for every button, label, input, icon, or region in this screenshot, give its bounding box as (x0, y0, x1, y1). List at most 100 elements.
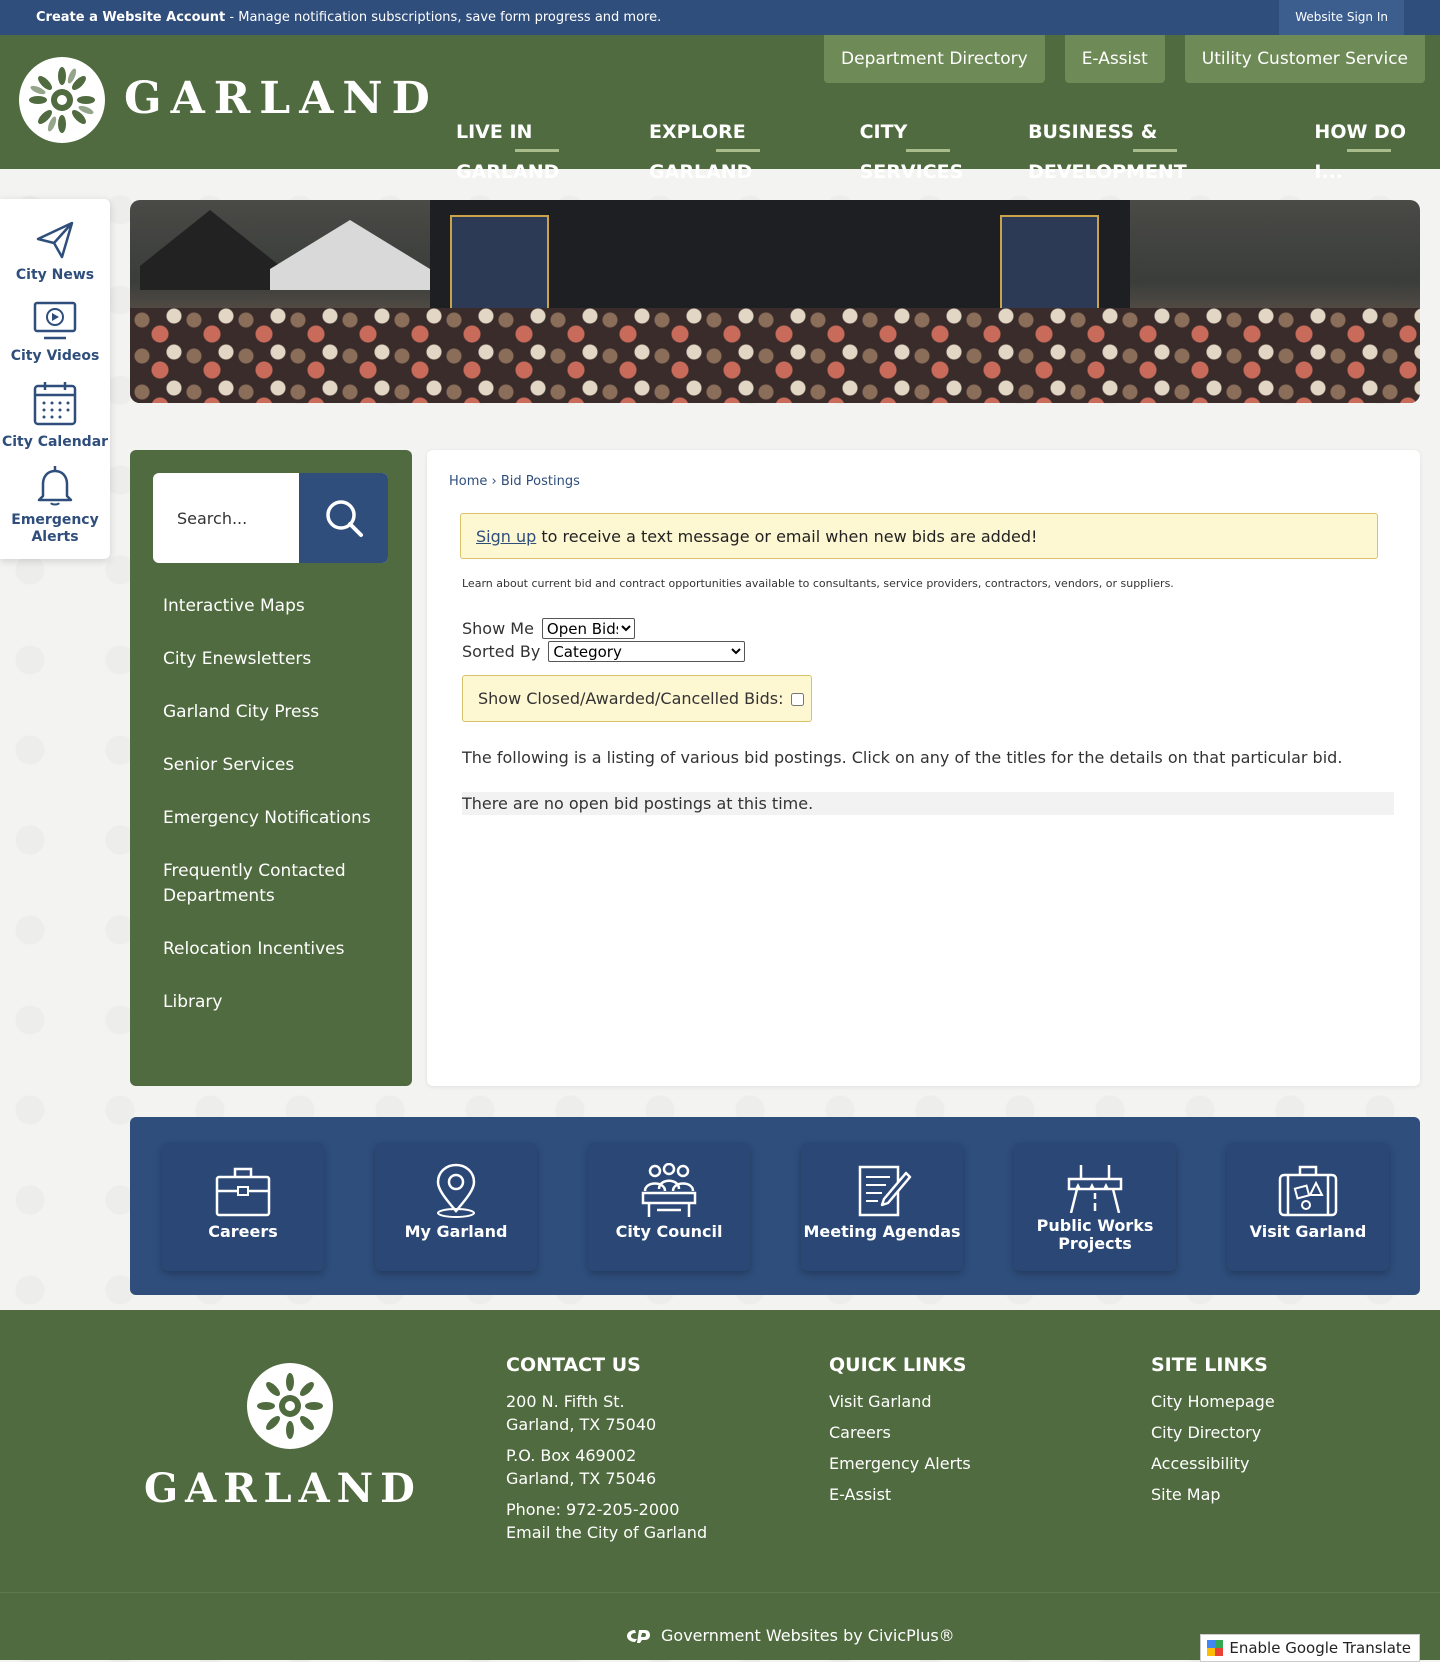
contact-address-line1: 200 N. Fifth St. (506, 1392, 625, 1411)
sign-up-link[interactable]: Sign up (476, 527, 536, 546)
nav-business-development[interactable]: BUSINESS & DEVELOPMENT (1012, 112, 1298, 183)
site-links-heading: SITE LINKS (1151, 1354, 1268, 1376)
nav-city-services[interactable]: CITY SERVICES (844, 112, 1012, 183)
breadcrumb-current[interactable]: Bid Postings (501, 474, 580, 489)
footer-divider (0, 1592, 1440, 1593)
paper-plane-icon (36, 221, 74, 259)
banner-tent (270, 220, 430, 290)
quick-tiles: Careers My Garland City Council Meeting … (130, 1117, 1420, 1295)
signup-notice: Sign up to receive a text message or ema… (460, 513, 1378, 559)
bids-intro-text: Learn about current bid and contract opp… (462, 577, 1174, 590)
main-navigation: LIVE IN GARLAND EXPLORE GARLAND CITY SER… (440, 112, 1440, 183)
sorted-by-row: Sorted By Category (462, 641, 746, 662)
sidebar-item-interactive-maps[interactable]: Interactive Maps (163, 594, 393, 619)
banner-screen (450, 215, 549, 314)
rail-item-city-videos[interactable]: City Videos (0, 300, 110, 365)
civicplus-logo-icon (627, 1629, 650, 1643)
site-link-site-map[interactable]: Site Map (1151, 1483, 1275, 1506)
calendar-icon (33, 382, 77, 426)
garland-flower-logo-icon[interactable] (18, 56, 106, 144)
department-directory-button[interactable]: Department Directory (824, 35, 1045, 83)
google-translate-button[interactable]: Enable Google Translate (1200, 1634, 1420, 1662)
quick-link-visit-garland[interactable]: Visit Garland (829, 1390, 971, 1413)
signup-notice-text: to receive a text message or email when … (536, 527, 1038, 546)
quick-links-heading: QUICK LINKS (829, 1354, 967, 1376)
banner-tent (140, 210, 280, 290)
nav-how-do-i[interactable]: HOW DO I... (1298, 112, 1440, 183)
sidebar-item-library[interactable]: Library (163, 990, 393, 1015)
quick-link-emergency-alerts[interactable]: Emergency Alerts (829, 1452, 971, 1475)
rail-item-city-news[interactable]: City News (0, 219, 110, 284)
contact-address-line2: Garland, TX 75040 (506, 1415, 657, 1434)
utility-customer-service-button[interactable]: Utility Customer Service (1184, 35, 1425, 83)
video-icon (33, 301, 77, 340)
breadcrumb-separator: › (487, 474, 501, 489)
civicplus-credit-link[interactable]: Government Websites by CivicPlus® (625, 1626, 955, 1645)
site-link-accessibility[interactable]: Accessibility (1151, 1452, 1275, 1475)
hero-banner-image (130, 200, 1420, 403)
sidebar-item-frequently-contacted-departments[interactable]: Frequently Contacted Departments (163, 859, 393, 909)
sidebar: Interactive Maps City Enewsletters Garla… (130, 450, 412, 1086)
suitcase-icon (1278, 1165, 1338, 1217)
sidebar-item-emergency-notifications[interactable]: Emergency Notifications (163, 806, 393, 831)
site-link-city-homepage[interactable]: City Homepage (1151, 1390, 1275, 1413)
utility-links: Department Directory E-Assist Utility Cu… (824, 35, 1425, 83)
show-closed-bids-label: Show Closed/Awarded/Cancelled Bids: (478, 689, 784, 708)
contact-po-box: P.O. Box 469002 (506, 1446, 637, 1465)
footer-logo-text: GARLAND (144, 1465, 422, 1512)
listing-description: The following is a listing of various bi… (462, 748, 1343, 767)
footer-quick-links-column: QUICK LINKS Visit Garland Careers Emerge… (829, 1354, 971, 1514)
show-me-row: Show Me Open Bids (462, 618, 635, 639)
quick-access-rail: City News City Videos City Calendar Emer… (0, 199, 110, 559)
main-content: Home › Bid Postings Sign up to receive a… (427, 450, 1420, 1086)
tile-careers[interactable]: Careers (162, 1143, 324, 1271)
search-icon (325, 500, 363, 537)
site-header: GARLAND Department Directory E-Assist Ut… (0, 35, 1440, 183)
tile-meeting-agendas[interactable]: Meeting Agendas (801, 1143, 963, 1271)
quick-link-e-assist[interactable]: E-Assist (829, 1483, 971, 1506)
breadcrumb-home-link[interactable]: Home (449, 474, 487, 489)
e-assist-button[interactable]: E-Assist (1064, 35, 1165, 83)
google-translate-icon (1207, 1640, 1224, 1656)
show-closed-bids-box: Show Closed/Awarded/Cancelled Bids: (462, 675, 812, 722)
bell-icon (37, 466, 73, 506)
sidebar-links: Interactive Maps City Enewsletters Garla… (163, 594, 393, 1043)
sorted-by-select[interactable]: Category (548, 641, 746, 662)
briefcase-icon (215, 1167, 271, 1217)
contact-heading: CONTACT US (506, 1354, 641, 1376)
sidebar-item-relocation-incentives[interactable]: Relocation Incentives (163, 937, 393, 962)
tile-public-works-projects[interactable]: Public Works Projects (1014, 1143, 1176, 1271)
rail-item-city-calendar[interactable]: City Calendar (0, 380, 110, 451)
road-icon (1067, 1165, 1123, 1213)
create-account-link[interactable]: Create a Website Account - Manage notifi… (36, 10, 661, 25)
sidebar-item-senior-services[interactable]: Senior Services (163, 753, 393, 778)
banner-screen (1000, 215, 1099, 314)
show-closed-bids-checkbox[interactable] (791, 693, 805, 706)
show-me-select[interactable]: Open Bids (541, 618, 635, 639)
website-sign-in-button[interactable]: Website Sign In (1279, 0, 1404, 35)
tile-my-garland[interactable]: My Garland (375, 1143, 537, 1271)
sidebar-item-garland-city-press[interactable]: Garland City Press (163, 700, 393, 725)
agenda-icon (858, 1165, 912, 1217)
sidebar-item-city-enewsletters[interactable]: City Enewsletters (163, 647, 393, 672)
map-pin-icon (436, 1163, 476, 1218)
nav-live-in-garland[interactable]: LIVE IN GARLAND (440, 112, 633, 183)
footer-contact-column: CONTACT US 200 N. Fifth St. Garland, TX … (506, 1354, 707, 1544)
contact-email-link[interactable]: Email the City of Garland (506, 1521, 707, 1544)
site-link-city-directory[interactable]: City Directory (1151, 1421, 1275, 1444)
site-footer: GARLAND CONTACT US 200 N. Fifth St. Garl… (0, 1310, 1440, 1662)
rail-item-emergency-alerts[interactable]: Emergency Alerts (0, 464, 110, 546)
nav-explore-garland[interactable]: EXPLORE GARLAND (633, 112, 844, 183)
search-button[interactable] (299, 473, 388, 563)
tile-city-council[interactable]: City Council (588, 1143, 750, 1271)
footer-site-links-column: SITE LINKS City Homepage City Directory … (1151, 1354, 1275, 1514)
tile-visit-garland[interactable]: Visit Garland (1227, 1143, 1389, 1271)
search-input[interactable] (153, 473, 322, 563)
site-logo-text[interactable]: GARLAND (124, 73, 439, 124)
footer-flower-logo-icon (247, 1363, 333, 1449)
top-utility-bar: Create a Website Account - Manage notifi… (0, 0, 1440, 35)
contact-phone: Phone: 972-205-2000 (506, 1500, 680, 1519)
breadcrumb: Home › Bid Postings (449, 474, 580, 489)
quick-link-careers[interactable]: Careers (829, 1421, 971, 1444)
search-box (153, 473, 388, 563)
